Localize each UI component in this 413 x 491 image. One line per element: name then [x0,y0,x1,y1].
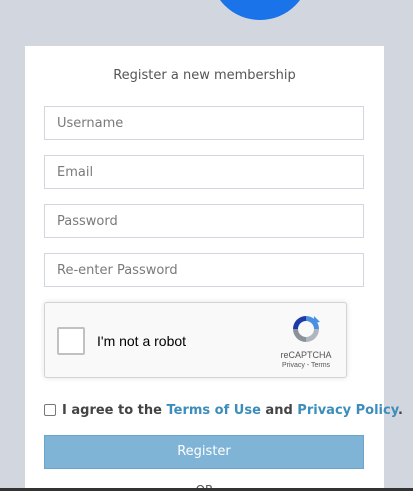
recaptcha-privacy-link[interactable]: Privacy [282,362,305,369]
recaptcha-brand: reCAPTCHA [280,350,332,360]
agree-checkbox[interactable] [44,404,56,416]
privacy-policy-link[interactable]: Privacy Policy [297,403,398,418]
recaptcha-checkbox[interactable] [57,327,85,355]
terms-of-use-link[interactable]: Terms of Use [167,403,261,418]
register-box-message: Register a new membership [113,68,296,83]
register-page: Register a new membership I'm not a robo… [0,0,413,491]
agree-suffix: . [398,403,403,418]
recaptcha-terms-link[interactable]: Terms [311,362,330,369]
register-button[interactable]: Register [44,435,364,469]
agree-prefix: I agree to the [62,403,167,418]
agree-middle: and [260,403,298,418]
logo-icon [210,0,310,20]
reenter-password-input[interactable] [44,253,364,287]
recaptcha-logo-icon [293,316,320,342]
recaptcha-links: Privacy - Terms [269,362,343,369]
password-input[interactable] [44,204,364,238]
username-input[interactable] [44,106,364,140]
email-input[interactable] [44,155,364,189]
recaptcha-widget: I'm not a robot reCAPTCHA Privacy - Term… [44,302,347,378]
terms-agreement: I agree to the Terms of Use and Privacy … [44,403,403,418]
recaptcha-label: I'm not a robot [97,333,187,349]
register-box: Register a new membership I'm not a robo… [25,46,403,491]
